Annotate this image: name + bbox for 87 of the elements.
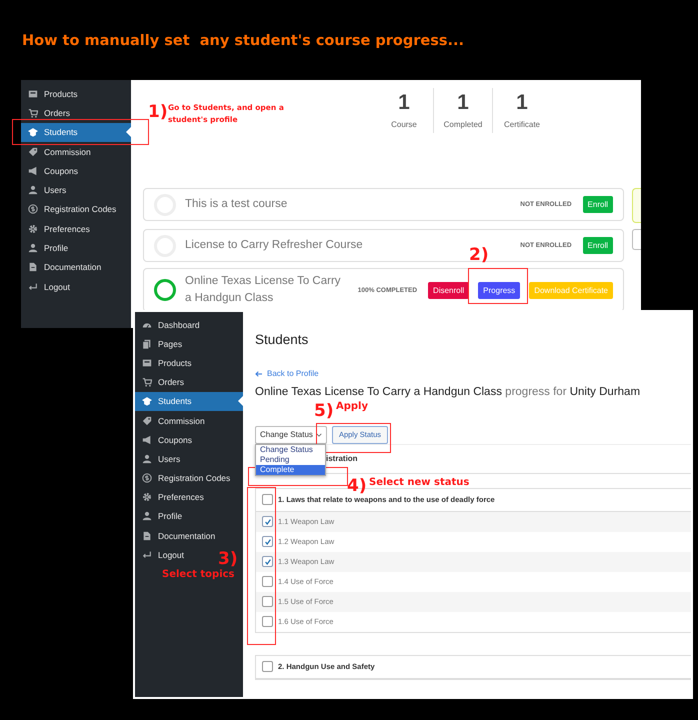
sidebar-item[interactable]: Students xyxy=(21,122,131,142)
side-field-edge xyxy=(632,229,641,250)
progress-title: Online Texas License To Carry a Handgun Class progress for Unity Durham xyxy=(255,386,642,398)
document-icon xyxy=(28,262,38,272)
sidebar-item[interactable]: Products xyxy=(21,84,82,104)
user-icon xyxy=(28,185,38,196)
sidebar-item[interactable]: Documentation xyxy=(135,526,220,546)
sidebar-item[interactable]: Commission xyxy=(135,410,209,430)
checkbox[interactable] xyxy=(262,576,273,587)
sidebar-item[interactable]: Preferences xyxy=(135,488,208,507)
user-icon xyxy=(28,243,38,254)
tag-icon xyxy=(28,146,38,157)
progress-button[interactable]: Progress xyxy=(478,282,520,298)
checkbox[interactable] xyxy=(262,516,273,527)
disenroll-button[interactable]: Disenroll xyxy=(428,282,470,298)
checkbox[interactable] xyxy=(262,596,273,607)
cart-icon xyxy=(28,108,38,118)
box-icon xyxy=(28,88,38,99)
sidebar-item[interactable]: Pages xyxy=(135,334,186,354)
checkbox[interactable] xyxy=(262,661,273,672)
sidebar-item[interactable]: Profile xyxy=(21,238,72,258)
sidebar-item[interactable]: Orders xyxy=(135,372,188,392)
megaphone-icon xyxy=(28,166,38,176)
sidebar-item[interactable]: Commission xyxy=(21,142,95,162)
stat-label: Certificate xyxy=(502,120,541,129)
step-number: 4) xyxy=(347,476,367,496)
graduation-cap-icon xyxy=(142,396,152,406)
dollar-icon xyxy=(142,473,152,484)
sidebar-item[interactable]: Users xyxy=(21,180,70,200)
sidebar-item[interactable]: Logout xyxy=(135,545,188,564)
megaphone-icon xyxy=(142,434,152,445)
stat-number: 1 xyxy=(397,90,411,116)
dropdown-option[interactable]: Complete xyxy=(256,464,325,474)
user-icon xyxy=(142,454,152,464)
sidebar-item[interactable]: Coupons xyxy=(21,161,82,180)
arrow-icon xyxy=(255,370,263,376)
pages-icon xyxy=(142,338,152,349)
sidebar-item[interactable]: Orders xyxy=(21,103,74,123)
sidebar-item[interactable]: Users xyxy=(135,449,184,468)
sidebar-item[interactable]: Registration Codes xyxy=(21,200,120,220)
sidebar-item[interactable]: Students xyxy=(135,392,243,411)
document-icon xyxy=(142,530,152,541)
page-heading: Students xyxy=(255,332,310,347)
sidebar-item[interactable]: Profile xyxy=(135,506,186,526)
dropdown-option[interactable]: Change Status xyxy=(256,444,325,454)
checkbox[interactable] xyxy=(262,616,273,627)
graduation-cap-icon xyxy=(28,127,38,138)
checkbox[interactable] xyxy=(262,494,273,505)
stat-label: Completed xyxy=(442,120,484,129)
course-title: License to Carry Refresher Course xyxy=(185,238,364,253)
logout-icon xyxy=(28,282,38,292)
tag-icon xyxy=(142,416,152,426)
tutorial-title: How to manually set any student's course progress... xyxy=(22,33,464,49)
settings-icon xyxy=(142,492,152,502)
dropdown-option[interactable]: Pending xyxy=(256,454,325,464)
cart-icon xyxy=(142,377,152,388)
stat-number: 1 xyxy=(515,90,529,116)
logout-icon xyxy=(142,550,152,560)
back-link[interactable]: Back to Profile xyxy=(255,369,319,378)
sidebar-item[interactable]: Dashboard xyxy=(135,315,204,334)
step-instruction: Select new status xyxy=(369,477,470,489)
sidebar-item[interactable]: Registration Codes xyxy=(135,468,234,488)
stat-number: 1 xyxy=(456,90,470,116)
status-select[interactable]: Change Status xyxy=(255,426,327,444)
sidebar-item[interactable]: Products xyxy=(135,353,196,373)
user-icon xyxy=(142,511,152,522)
checkbox[interactable] xyxy=(262,536,273,547)
step-number: 2) xyxy=(469,245,489,265)
sidebar-item[interactable]: Logout xyxy=(21,276,74,296)
sidebar-item[interactable]: Documentation xyxy=(21,258,106,277)
sidebar-item[interactable]: Preferences xyxy=(21,219,94,238)
sidebar-item[interactable]: Coupons xyxy=(135,430,196,450)
caret-icon xyxy=(316,432,322,436)
step-instruction: Select topics xyxy=(162,569,234,581)
highlight-frame xyxy=(468,268,528,304)
checkbox[interactable] xyxy=(262,556,273,567)
dollar-icon xyxy=(28,204,38,214)
course-title: Online Texas License To Carry a Handgun Class xyxy=(185,274,342,306)
side-card-edge xyxy=(632,188,641,223)
step-number: 1) xyxy=(148,102,168,122)
step-instruction: Apply xyxy=(336,401,368,413)
course-title: This is a test course xyxy=(185,197,288,212)
settings-icon xyxy=(28,224,38,234)
stat-label: Course xyxy=(390,120,418,129)
step-number: 5) xyxy=(314,401,334,421)
step-number: 3) xyxy=(218,549,238,569)
box-icon xyxy=(142,358,152,368)
